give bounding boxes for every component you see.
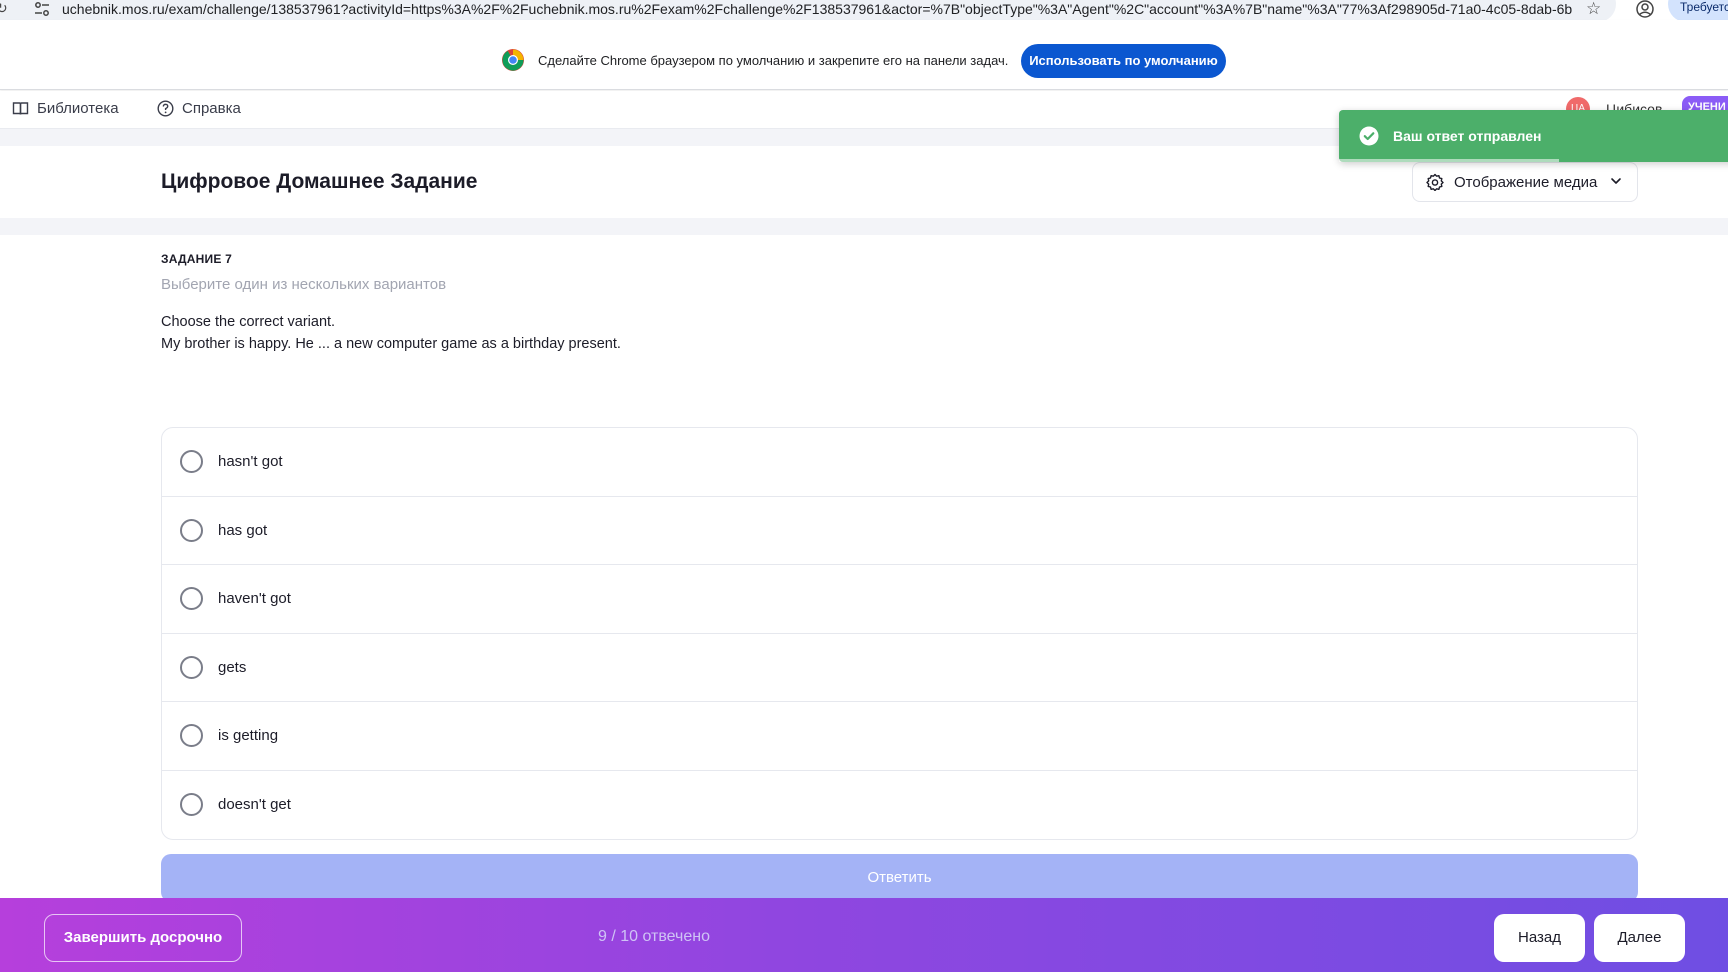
answered-counter: 9 / 10 отвечено <box>598 928 711 945</box>
answer-options: hasn't got has got haven't got gets is g… <box>161 427 1638 840</box>
site-settings-icon[interactable] <box>34 1 50 17</box>
nav-library[interactable]: Библиотека <box>12 100 119 117</box>
answer-option[interactable]: doesn't get <box>162 771 1637 840</box>
url-text[interactable]: uchebnik.mos.ru/exam/challenge/138537961… <box>62 1 1572 17</box>
default-browser-infobar: Сделайте Chrome браузером по умолчанию и… <box>0 20 1728 90</box>
radio-button[interactable] <box>180 655 203 679</box>
answer-option-label: gets <box>218 658 247 676</box>
task-question: Choose the correct variant. My brother i… <box>161 311 621 355</box>
nav-help[interactable]: Справка <box>157 100 241 117</box>
answer-option-label: hasn't got <box>218 453 283 471</box>
answer-option-label: haven't got <box>218 590 291 608</box>
radio-button[interactable] <box>180 724 203 748</box>
answer-option-label: is getting <box>218 727 279 745</box>
submit-answer-button[interactable]: Ответить <box>161 854 1638 902</box>
task-panel: ЗАДАНИЕ 7 Выберите один из нескольких ва… <box>0 235 1728 902</box>
book-icon <box>12 102 29 115</box>
gear-icon <box>1426 173 1444 191</box>
answer-option[interactable]: gets <box>162 634 1637 702</box>
answer-option[interactable]: hasn't got <box>162 428 1637 497</box>
radio-button[interactable] <box>180 518 203 542</box>
page-title: Цифровое Домашнее Задание <box>161 170 478 193</box>
answer-option-label: has got <box>218 521 268 539</box>
radio-button[interactable] <box>180 450 203 474</box>
task-hint: Выберите один из нескольких вариантов <box>161 276 447 293</box>
chrome-logo-icon <box>502 49 524 71</box>
media-display-dropdown[interactable]: Отображение медиа <box>1412 162 1638 202</box>
media-display-label: Отображение медиа <box>1454 173 1598 191</box>
next-button[interactable]: Далее <box>1594 914 1685 962</box>
success-toast[interactable]: Ваш ответ отправлен <box>1339 110 1728 162</box>
bookmark-star-icon[interactable]: ☆ <box>1586 0 1601 19</box>
bottom-action-bar: Завершить досрочно 9 / 10 отвечено Назад… <box>0 898 1728 972</box>
answer-option[interactable]: has got <box>162 497 1637 565</box>
reload-icon[interactable]: ↻ <box>0 0 8 17</box>
browser-address-bar: ↻ uchebnik.mos.ru/exam/challenge/1385379… <box>0 0 1728 20</box>
answer-option-label: doesn't get <box>218 796 291 814</box>
answer-option[interactable]: haven't got <box>162 565 1637 634</box>
toast-message: Ваш ответ отправлен <box>1393 128 1542 144</box>
task-number: ЗАДАНИЕ 7 <box>161 252 232 266</box>
nav-library-label: Библиотека <box>37 100 119 117</box>
finish-early-button[interactable]: Завершить досрочно <box>44 914 242 962</box>
infobar-message: Сделайте Chrome браузером по умолчанию и… <box>538 53 1009 68</box>
nav-help-label: Справка <box>182 100 241 117</box>
chevron-down-icon <box>1611 178 1621 184</box>
profile-icon[interactable] <box>1636 0 1654 18</box>
use-default-button[interactable]: Использовать по умолчанию <box>1021 44 1226 78</box>
task-instruction: Choose the correct variant. <box>161 314 336 330</box>
answer-option[interactable]: is getting <box>162 702 1637 771</box>
radio-button[interactable] <box>180 793 203 817</box>
update-required-button[interactable]: Требуется <box>1668 0 1728 20</box>
radio-button[interactable] <box>180 587 203 611</box>
task-sentence: My brother is happy. He ... a new comput… <box>161 336 621 352</box>
toast-progress-bar <box>1339 159 1559 162</box>
help-circle-icon <box>157 100 174 117</box>
check-circle-icon <box>1359 126 1379 146</box>
back-button[interactable]: Назад <box>1494 914 1585 962</box>
